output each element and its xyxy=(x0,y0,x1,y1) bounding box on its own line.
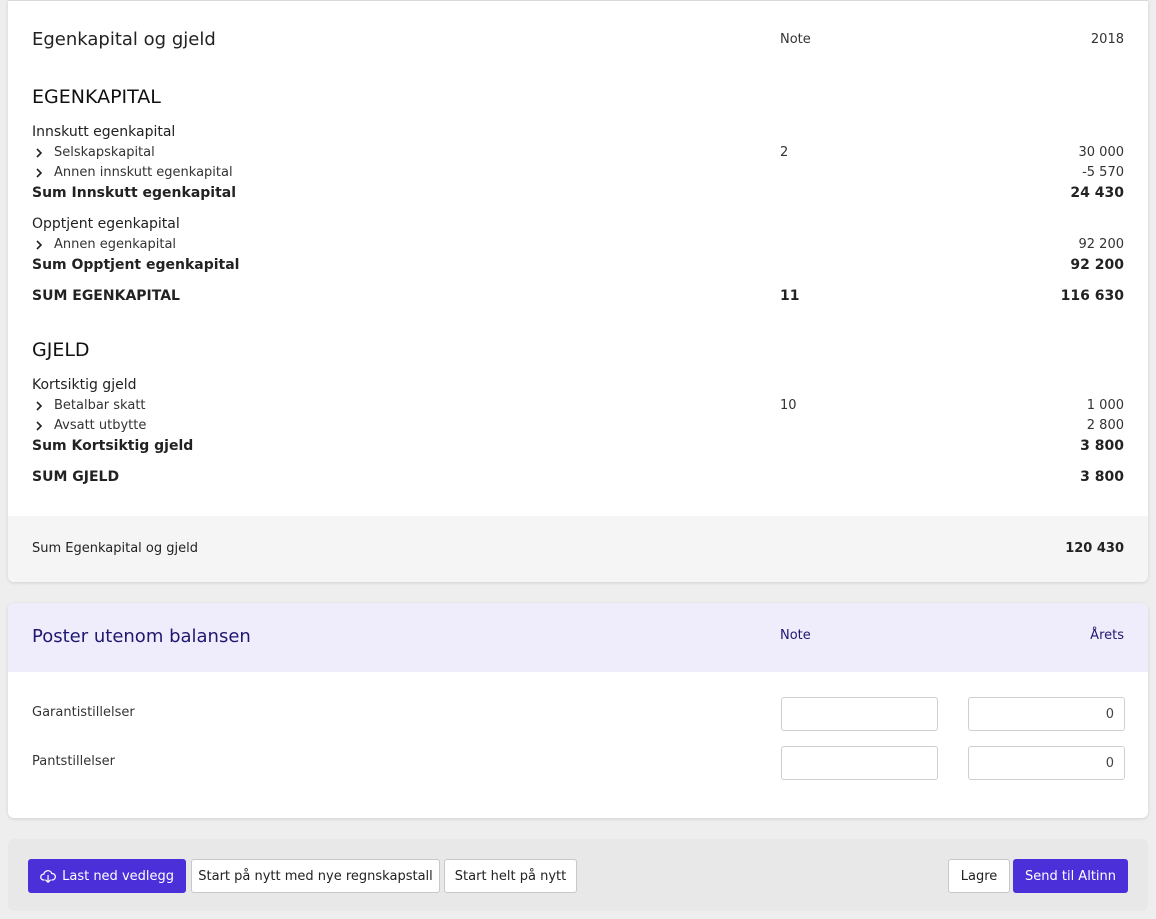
earned-sum-label: Sum Opptjent egenkapital xyxy=(32,257,240,273)
short-term-sum-label: Sum Kortsiktig gjeld xyxy=(32,438,194,454)
short-term-debt-label: Kortsiktig gjeld xyxy=(32,377,137,393)
paid-in-equity-label: Innskutt egenkapital xyxy=(32,124,176,140)
balance-footer-value: 120 430 xyxy=(1065,541,1124,556)
line-item-value: 92 200 xyxy=(1078,237,1125,252)
year-column-header: 2018 xyxy=(1090,32,1124,47)
equity-total-note: 11 xyxy=(780,288,800,304)
line-item-value: 30 000 xyxy=(1078,145,1125,160)
balance-card: Egenkapital og gjeld Note 2018 EGENKAPIT… xyxy=(8,0,1148,582)
garantistillelser-value-input[interactable] xyxy=(968,697,1125,731)
line-item-value: -5 570 xyxy=(1082,165,1124,180)
debt-total-value: 3 800 xyxy=(1080,469,1124,485)
chevron-right-icon xyxy=(36,400,43,411)
line-item-betalbar-skatt[interactable]: Betalbar skatt xyxy=(32,398,146,413)
restart-full-button[interactable]: Start helt på nytt xyxy=(444,859,577,893)
chevron-right-icon xyxy=(36,147,43,158)
balance-footer-label: Sum Egenkapital og gjeld xyxy=(32,541,198,556)
short-term-sum-value: 3 800 xyxy=(1080,438,1124,454)
download-attachment-button[interactable]: Last ned vedlegg xyxy=(28,859,186,893)
off-balance-note-header: Note xyxy=(780,628,811,643)
line-item-label: Betalbar skatt xyxy=(54,398,146,413)
chevron-right-icon xyxy=(36,239,43,250)
line-item-label: Annen innskutt egenkapital xyxy=(54,165,233,180)
line-item-label: Selskapskapital xyxy=(54,145,155,160)
off-balance-card: Poster utenom balansen Note Årets Garant… xyxy=(8,603,1148,818)
line-item-label: Avsatt utbytte xyxy=(54,418,147,433)
pantstillelser-label: Pantstillelser xyxy=(32,754,115,769)
note-column-header: Note xyxy=(780,32,811,47)
send-to-altinn-button[interactable]: Send til Altinn xyxy=(1013,859,1128,893)
line-item-note: 10 xyxy=(780,398,797,413)
garantistillelser-note-input[interactable] xyxy=(781,697,938,731)
line-item-value: 1 000 xyxy=(1086,398,1124,413)
earned-equity-label: Opptjent egenkapital xyxy=(32,216,180,232)
debt-total-label: SUM GJELD xyxy=(32,469,120,485)
chevron-right-icon xyxy=(36,420,43,431)
line-item-annen-egenkapital[interactable]: Annen egenkapital xyxy=(32,237,176,252)
line-item-selskapskapital[interactable]: Selskapskapital xyxy=(32,145,155,160)
line-item-label: Annen egenkapital xyxy=(54,237,177,252)
action-bar: Last ned vedlegg Start på nytt med nye r… xyxy=(8,839,1148,911)
pantstillelser-note-input[interactable] xyxy=(781,746,938,780)
off-balance-year-header: Årets xyxy=(1090,628,1124,643)
debt-heading: GJELD xyxy=(32,339,90,361)
line-item-value: 2 800 xyxy=(1086,418,1124,433)
line-item-note: 2 xyxy=(780,145,789,160)
equity-total-label: SUM EGENKAPITAL xyxy=(32,288,180,304)
pantstillelser-value-input[interactable] xyxy=(968,746,1125,780)
balance-title: Egenkapital og gjeld xyxy=(32,29,216,50)
cloud-download-icon xyxy=(40,870,56,883)
save-button[interactable]: Lagre xyxy=(948,859,1010,893)
off-balance-title: Poster utenom balansen xyxy=(32,626,251,647)
paid-in-sum-label: Sum Innskutt egenkapital xyxy=(32,185,237,201)
equity-total-value: 116 630 xyxy=(1060,288,1124,304)
line-item-avsatt-utbytte[interactable]: Avsatt utbytte xyxy=(32,418,146,433)
restart-new-figures-button[interactable]: Start på nytt med nye regnskapstall xyxy=(191,859,440,893)
earned-sum-value: 92 200 xyxy=(1070,257,1124,273)
equity-heading: EGENKAPITAL xyxy=(32,86,161,108)
garantistillelser-label: Garantistillelser xyxy=(32,705,135,720)
line-item-annen-innskutt-egenkapital[interactable]: Annen innskutt egenkapital xyxy=(32,165,233,180)
download-attachment-label: Last ned vedlegg xyxy=(62,868,174,884)
paid-in-sum-value: 24 430 xyxy=(1070,185,1124,201)
chevron-right-icon xyxy=(36,167,43,178)
